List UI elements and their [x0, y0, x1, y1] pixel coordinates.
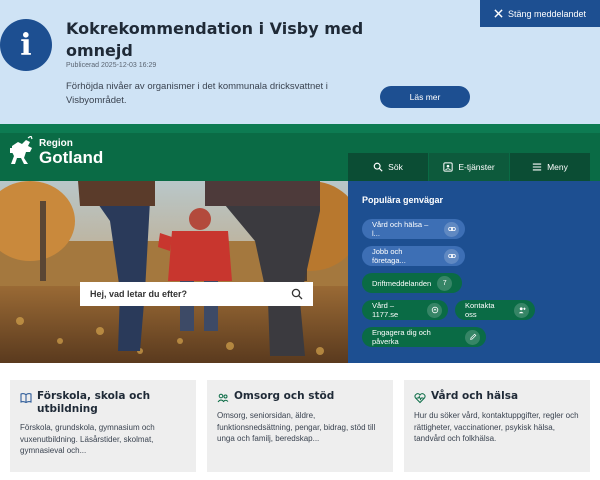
close-alert-button[interactable]: Stäng meddelandet: [480, 0, 600, 27]
nav-search-label: Sök: [388, 162, 403, 172]
shortcuts-title: Populära genvägar: [362, 195, 444, 205]
header-top-stripe: [0, 124, 600, 133]
shortcut-vard-halsa[interactable]: Vård och hälsa – l...: [362, 219, 465, 239]
close-icon: [494, 9, 503, 18]
nav-eservices-button[interactable]: E-tjänster: [429, 153, 510, 181]
card-text: Omsorg, seniorsidan, äldre, funktionsned…: [217, 411, 376, 443]
shortcut-kontakta-oss[interactable]: Kontakta oss: [455, 300, 535, 320]
region-gotland-logo[interactable]: Region Gotland: [8, 136, 103, 166]
search-icon: [373, 162, 383, 172]
card-text: Förskola, grundskola, gymnasium och vuxe…: [20, 423, 155, 455]
shortcut-label: Jobb och företaga...: [372, 247, 406, 265]
shortcut-engagera-dig[interactable]: Engagera dig och påverka: [362, 327, 486, 347]
hamburger-icon: [532, 163, 542, 171]
read-more-button[interactable]: Läs mer: [380, 86, 470, 108]
alert-banner: Stäng meddelandet i Kokrekommendation i …: [0, 0, 600, 124]
shortcut-jobb-foretagande[interactable]: Jobb och företaga...: [362, 246, 465, 266]
hero-search-input[interactable]: Hej, vad letar du efter?: [80, 282, 313, 306]
ram-logo-icon: [10, 136, 33, 164]
card-title: Vård och hälsa: [431, 390, 519, 402]
shortcut-label: Kontakta oss: [465, 301, 495, 319]
nav-menu-button[interactable]: Meny: [510, 153, 591, 181]
alert-text: Förhöjda nivåer av organismer i det komm…: [66, 81, 328, 106]
close-alert-label: Stäng meddelandet: [507, 8, 587, 19]
info-icon: i: [0, 19, 52, 71]
card-forskola-skola[interactable]: Förskola, skola och utbildning Förskola,…: [10, 380, 196, 472]
shortcut-label: Vård och hälsa – l...: [372, 220, 429, 238]
shortcut-1177[interactable]: Vård – 1177.se: [362, 300, 448, 320]
search-icon[interactable]: [291, 288, 303, 300]
heart-pulse-icon: [414, 393, 426, 404]
people-icon: [217, 393, 229, 403]
pencil-icon: [465, 329, 480, 345]
nav-eservices-label: E-tjänster: [458, 162, 495, 172]
logo-gotland-text: Gotland: [39, 148, 104, 167]
id-card-icon: [443, 162, 453, 172]
alert-published-date: Publicerad 2025-12-03 16:29: [66, 62, 157, 69]
link-icon: [444, 221, 459, 237]
shortcut-label: Driftmeddelanden: [372, 278, 432, 288]
card-vard-halsa[interactable]: Vård och hälsa Hur du söker vård, kontak…: [404, 380, 590, 472]
alert-title: Kokrekommendation i Visby med omnejd: [66, 19, 364, 60]
shortcut-label: Engagera dig och påverka: [372, 328, 431, 346]
card-title: Förskola, skola och utbildning: [37, 390, 151, 415]
card-title: Omsorg och stöd: [234, 390, 335, 402]
external-icon: [427, 302, 442, 318]
autumn-family-photo: [0, 181, 348, 363]
book-icon: [20, 393, 32, 404]
contact-icon: [514, 302, 529, 318]
shortcut-driftmeddelanden[interactable]: Driftmeddelanden 7: [362, 273, 462, 293]
shortcut-label: Vård – 1177.se: [372, 301, 399, 319]
search-placeholder: Hej, vad letar du efter?: [90, 289, 188, 299]
count-badge: 7: [437, 275, 453, 291]
card-omsorg-stod[interactable]: Omsorg och stöd Omsorg, seniorsidan, äld…: [207, 380, 393, 472]
nav-menu-label: Meny: [547, 162, 568, 172]
main-nav: Sök E-tjänster Meny: [348, 153, 591, 181]
hero-image: [0, 181, 348, 363]
link-icon: [444, 248, 459, 264]
nav-search-button[interactable]: Sök: [348, 153, 429, 181]
card-text: Hur du söker vård, kontaktuppgifter, reg…: [414, 411, 579, 443]
